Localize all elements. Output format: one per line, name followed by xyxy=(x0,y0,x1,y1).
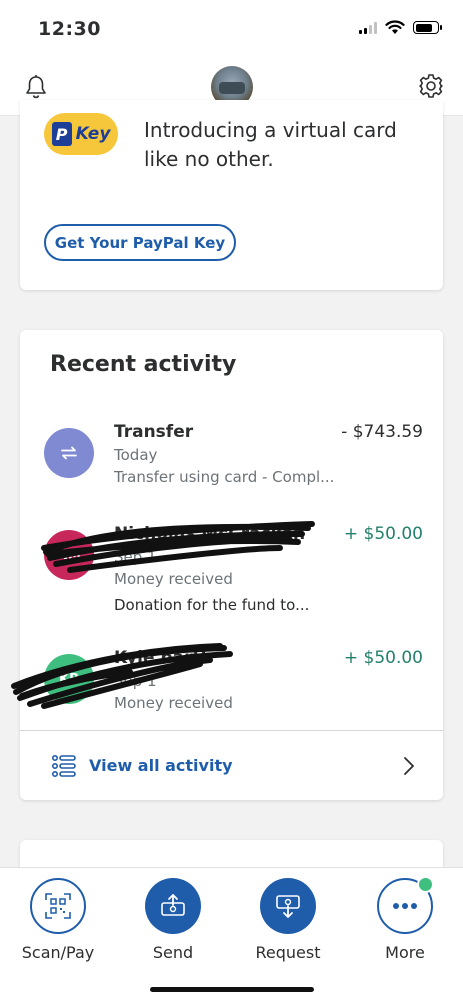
qr-code-icon xyxy=(30,878,86,934)
contact-avatar: NM xyxy=(44,530,94,580)
list-icon xyxy=(52,755,76,777)
wifi-icon xyxy=(385,20,405,34)
tab-label: Send xyxy=(152,943,194,962)
transaction-amount: - $743.59 xyxy=(341,422,423,442)
transaction-name: Nicholas McCracken xyxy=(114,524,306,544)
key-badge-text: Key xyxy=(75,124,111,144)
request-money-icon xyxy=(260,878,316,934)
tab-scan-pay[interactable]: Scan/Pay xyxy=(13,876,103,966)
transaction-date: Sep 1 xyxy=(114,672,157,690)
recent-activity-title: Recent activity xyxy=(50,352,237,377)
view-all-activity-row[interactable]: View all activity xyxy=(20,731,443,800)
transaction-item-transfer[interactable]: Transfer - $743.59 Today Transfer using … xyxy=(20,422,443,492)
transaction-description: Money received xyxy=(114,570,233,588)
tab-label: Request xyxy=(255,943,321,962)
tab-request[interactable]: Request xyxy=(243,876,333,966)
transaction-description: Money received xyxy=(114,694,233,712)
transaction-item-kyle[interactable]: KB Kyle barth + $50.00 Sep 1 Money recei… xyxy=(20,648,443,718)
transaction-amount: + $50.00 xyxy=(343,648,423,668)
battery-icon xyxy=(413,21,442,34)
bottom-tab-bar: Scan/Pay Send Request More xyxy=(0,867,463,1000)
notification-dot xyxy=(417,876,434,893)
paypal-key-logo: P Key xyxy=(44,113,118,155)
status-time: 12:30 xyxy=(38,18,101,40)
gear-icon[interactable] xyxy=(417,72,445,100)
transaction-date: Today xyxy=(114,446,158,464)
tab-more[interactable]: More xyxy=(360,876,450,966)
bell-icon[interactable] xyxy=(24,74,48,100)
recent-activity-card: Recent activity Transfer - $743.59 Today… xyxy=(11,330,443,800)
tab-send[interactable]: Send xyxy=(128,876,218,966)
paypal-key-promo-card: P Key Introducing a virtual card like no… xyxy=(20,100,443,290)
promo-headline: Introducing a virtual card like no other… xyxy=(144,118,397,171)
transaction-note: Donation for the fund to... xyxy=(114,596,310,614)
status-bar: 12:30 xyxy=(0,0,463,58)
cellular-signal-icon xyxy=(359,21,377,34)
tab-label: More xyxy=(385,943,425,962)
transaction-name: Kyle barth xyxy=(114,648,213,668)
transfer-icon xyxy=(44,428,94,478)
transaction-name: Transfer xyxy=(114,422,194,442)
home-indicator xyxy=(150,987,314,992)
view-all-activity-link[interactable]: View all activity xyxy=(89,756,233,775)
transaction-item-nicholas[interactable]: NM Nicholas McCracken + $50.00 Sep 1 Mon… xyxy=(20,524,443,614)
transaction-description: Transfer using card - Compl... xyxy=(114,468,335,486)
chevron-right-icon xyxy=(404,757,414,775)
transaction-amount: + $50.00 xyxy=(343,524,423,544)
contact-avatar: KB xyxy=(44,654,94,704)
get-paypal-key-button[interactable]: Get Your PayPal Key xyxy=(44,224,236,261)
transaction-date: Sep 1 xyxy=(114,548,157,566)
send-money-icon xyxy=(145,878,201,934)
status-icons xyxy=(359,20,442,35)
tab-label: Scan/Pay xyxy=(21,943,95,962)
paypal-p-icon: P xyxy=(51,122,72,146)
